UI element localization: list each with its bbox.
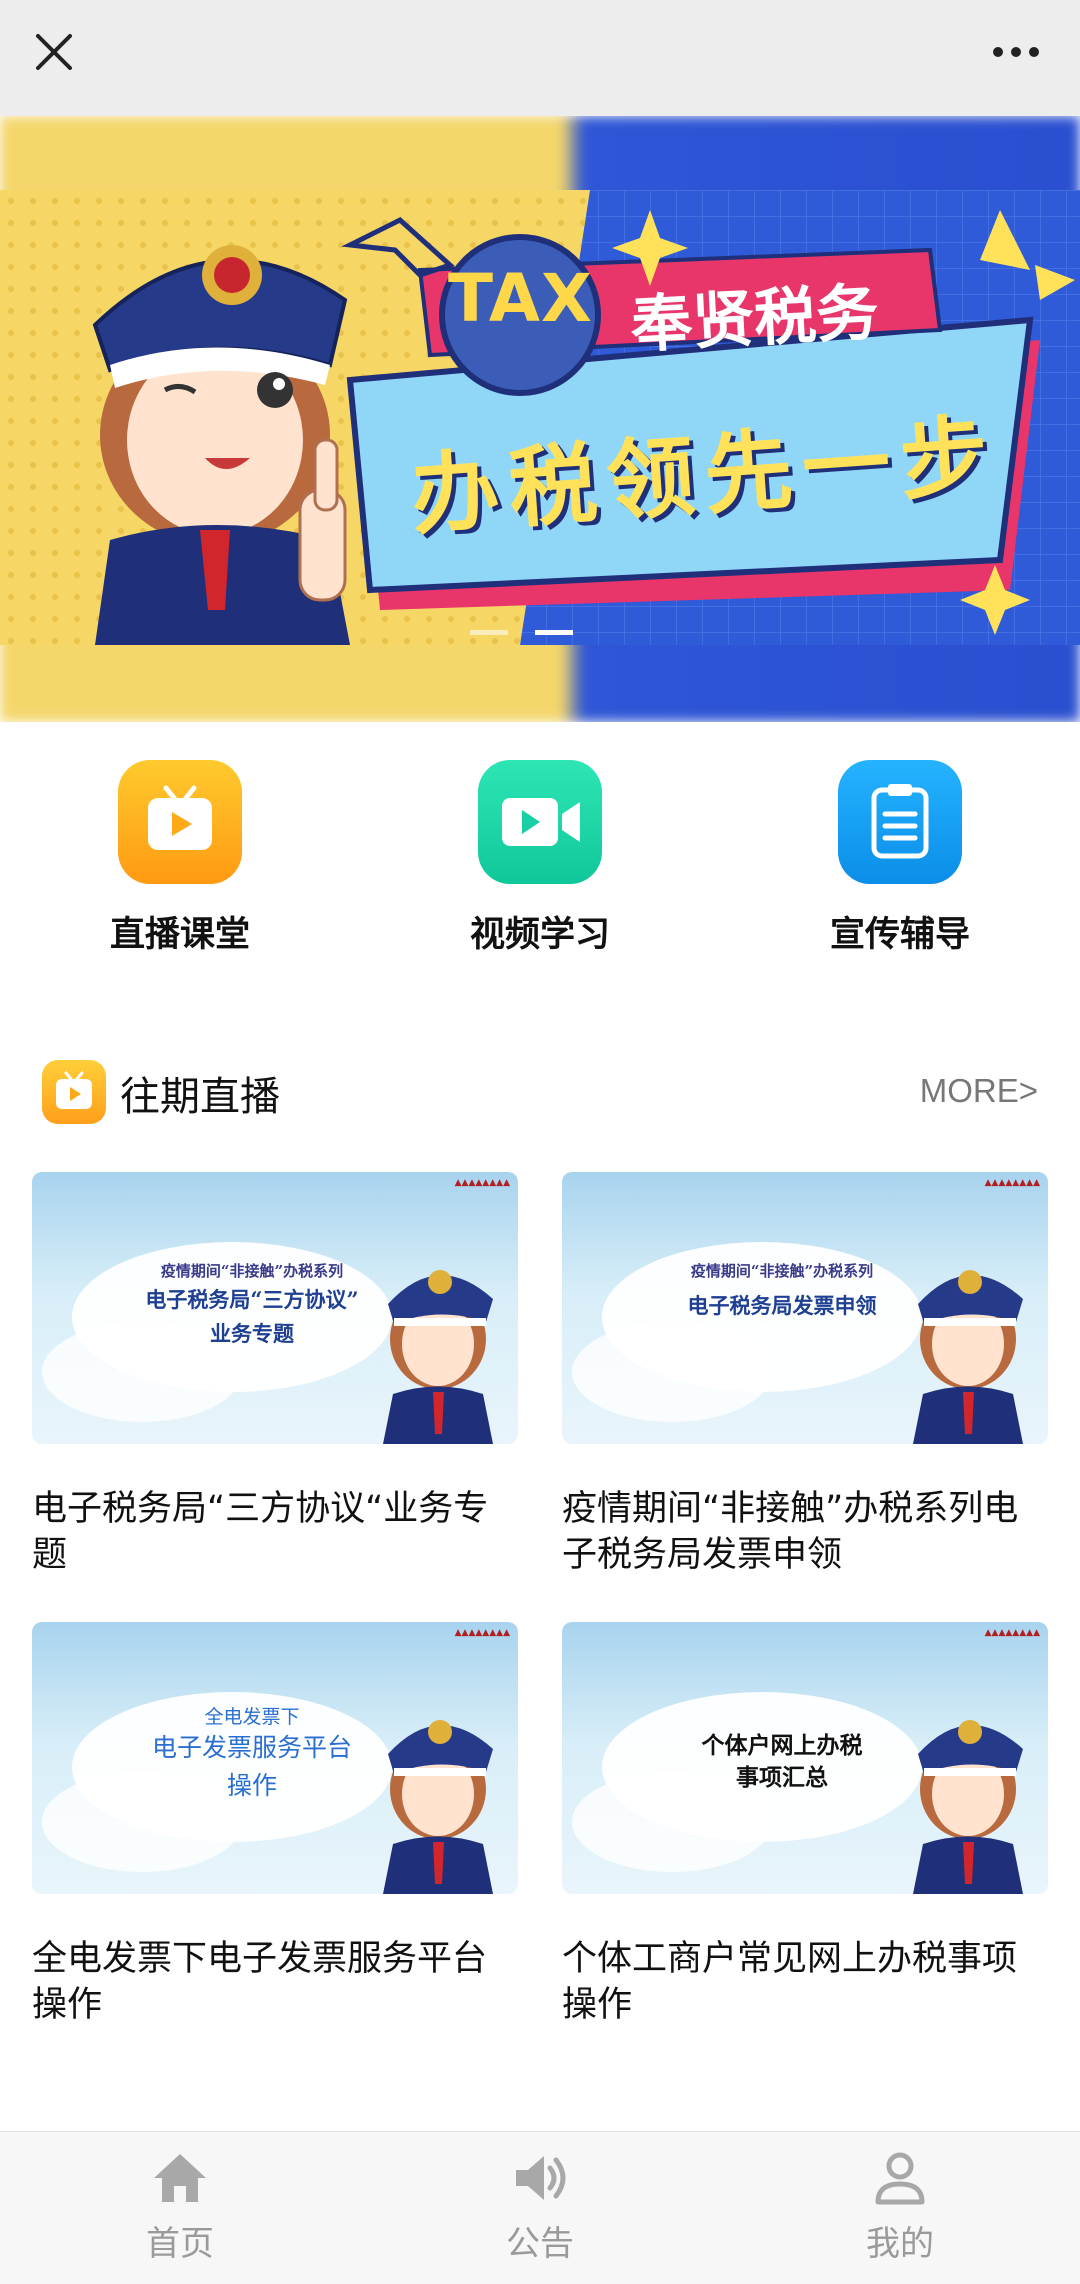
bottom-nav: 首页 公告 我的 — [0, 2131, 1080, 2284]
tax-bureau-logo: ▲▲▲▲▲▲▲▲ — [454, 1178, 510, 1188]
quick-action-publicity[interactable]: 宣传辅导 — [720, 760, 1080, 960]
quick-action-label: 视频学习 — [469, 915, 610, 955]
close-icon — [36, 34, 72, 70]
video-card[interactable]: ▲▲▲▲▲▲▲▲ 疫情期间“非接触”办税系列 电子税务局“三方协议” 业务专题 … — [32, 1172, 518, 1578]
quick-action-video-study[interactable]: 视频学习 — [360, 760, 720, 960]
thumb-text-line: 操作 — [226, 1771, 277, 1800]
quick-action-live-class[interactable]: 直播课堂 — [0, 760, 360, 960]
video-title[interactable]: 疫情期间“非接触”办税系列电子税务局发票申领 — [562, 1486, 1048, 1578]
thumb-text-line: 疫情期间“非接触”办税系列 — [690, 1262, 874, 1280]
section-title: 往期直播 — [120, 1074, 280, 1120]
past-live-section-header: 往期直播 MORE> — [42, 1058, 1038, 1128]
quick-action-label: 宣传辅导 — [829, 915, 970, 955]
home-icon — [154, 2154, 206, 2202]
video-card[interactable]: ▲▲▲▲▲▲▲▲ 个体户网上办税 事项汇总 个体工商户常见网上办税事项操作 — [562, 1622, 1048, 2028]
nav-mine[interactable]: 我的 — [720, 2150, 1080, 2265]
nav-announcements[interactable]: 公告 — [360, 2150, 720, 2265]
officer-mascot — [913, 1720, 1023, 1894]
user-icon — [875, 2152, 925, 2205]
thumb-text-line: 业务专题 — [210, 1321, 294, 1346]
nav-label: 我的 — [866, 2224, 934, 2264]
tax-bureau-logo: ▲▲▲▲▲▲▲▲ — [984, 1178, 1040, 1188]
speaker-icon — [516, 2156, 566, 2200]
banner-slide[interactable]: TAX 奉贤税务 办税领先一步 — [0, 190, 1080, 645]
more-link[interactable]: MORE> — [920, 1072, 1038, 1110]
banner-carousel[interactable]: TAX 奉贤税务 办税领先一步 — [0, 116, 1080, 722]
thumb-text-line: 电子税务局“三方协议” — [145, 1287, 359, 1312]
tv-play-icon — [42, 1060, 106, 1124]
officer-mascot — [383, 1270, 493, 1444]
nav-home[interactable]: 首页 — [0, 2150, 360, 2265]
tax-bureau-logo: ▲▲▲▲▲▲▲▲ — [984, 1628, 1040, 1638]
nav-label: 公告 — [506, 2224, 574, 2264]
more-dots-icon — [993, 47, 1039, 57]
banner-title: 奉贤税务 — [628, 275, 881, 362]
video-card[interactable]: ▲▲▲▲▲▲▲▲ 全电发票下 电子发票服务平台 操作 全电发票下电子发票服务平台… — [32, 1622, 518, 2028]
video-card[interactable]: ▲▲▲▲▲▲▲▲ 疫情期间“非接触”办税系列 电子税务局发票申领 疫情期间“非接… — [562, 1172, 1048, 1578]
carousel-dot-2-active[interactable] — [535, 630, 574, 635]
quick-action-label: 直播课堂 — [109, 915, 250, 955]
carousel-indicator — [470, 620, 574, 639]
tax-badge-text: TAX — [448, 260, 593, 337]
video-title[interactable]: 全电发票下电子发票服务平台操作 — [32, 1936, 518, 2028]
video-thumbnail[interactable]: ▲▲▲▲▲▲▲▲ 疫情期间“非接触”办税系列 电子税务局“三方协议” 业务专题 — [32, 1172, 518, 1444]
video-thumbnail[interactable]: ▲▲▲▲▲▲▲▲ 个体户网上办税 事项汇总 — [562, 1622, 1048, 1894]
thumb-text-line: 事项汇总 — [736, 1765, 828, 1791]
officer-mascot — [913, 1270, 1023, 1444]
clipboard-icon — [838, 760, 962, 884]
video-title[interactable]: 电子税务局“三方协议“业务专题 — [32, 1486, 518, 1578]
thumb-text-line: 全电发票下 — [204, 1706, 300, 1728]
tax-bureau-logo: ▲▲▲▲▲▲▲▲ — [454, 1628, 510, 1638]
officer-mascot — [383, 1720, 493, 1894]
more-options-button[interactable] — [976, 22, 1056, 82]
video-camera-icon — [478, 760, 602, 884]
close-button[interactable] — [24, 22, 84, 82]
thumb-text-line: 电子税务局发票申领 — [687, 1293, 877, 1318]
thumb-text-line: 个体户网上办税 — [701, 1733, 863, 1759]
thumb-text-line: 疫情期间“非接触”办税系列 — [160, 1262, 344, 1280]
thumb-text-line: 电子发票服务平台 — [151, 1733, 352, 1762]
video-title[interactable]: 个体工商户常见网上办税事项操作 — [562, 1936, 1048, 2028]
video-thumbnail[interactable]: ▲▲▲▲▲▲▲▲ 疫情期间“非接触”办税系列 电子税务局发票申领 — [562, 1172, 1048, 1444]
carousel-dot-1[interactable] — [470, 630, 508, 635]
video-thumbnail[interactable]: ▲▲▲▲▲▲▲▲ 全电发票下 电子发票服务平台 操作 — [32, 1622, 518, 1894]
top-bar — [0, 0, 1080, 116]
nav-label: 首页 — [146, 2224, 214, 2264]
tv-play-icon — [118, 760, 242, 884]
